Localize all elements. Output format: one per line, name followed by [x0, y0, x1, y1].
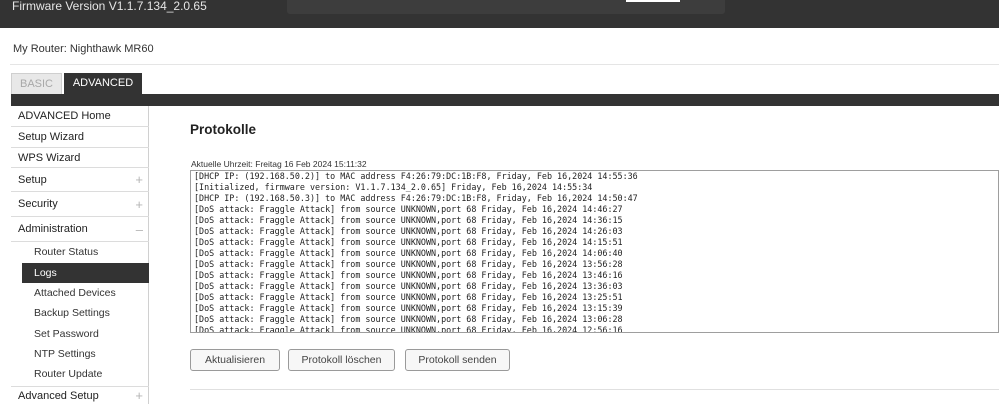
sidebar-subitem-ntp-settings[interactable]: NTP Settings — [22, 344, 149, 364]
sidebar-subitem-logs[interactable]: Logs — [22, 263, 149, 283]
log-line: [DoS attack: Fraggle Attack] from source… — [194, 215, 623, 225]
log-line: [DoS attack: Fraggle Attack] from source… — [194, 303, 623, 313]
sidebar-item-administration[interactable]: Administration – — [11, 217, 149, 242]
tab-basic[interactable]: BASIC — [11, 73, 62, 94]
tab-advanced[interactable]: ADVANCED — [64, 73, 142, 94]
top-overlay-panel — [287, 0, 725, 14]
sidebar-item-label: Setup Wizard — [18, 131, 85, 143]
log-line: [DoS attack: Fraggle Attack] from source… — [194, 281, 623, 291]
refresh-button[interactable]: Aktualisieren — [190, 349, 280, 371]
sidebar-subitem-label: Backup Settings — [34, 307, 110, 319]
sidebar-subitem-attached-devices[interactable]: Attached Devices — [22, 283, 149, 303]
sidebar-subitem-router-status[interactable]: Router Status — [22, 242, 149, 263]
tab-bar — [11, 94, 999, 106]
sidebar-subitem-label: NTP Settings — [34, 348, 96, 360]
expand-icon[interactable]: + — [135, 192, 143, 217]
top-overlay-button[interactable] — [626, 0, 680, 2]
divider — [190, 389, 999, 390]
sidebar-item-label: Administration — [18, 223, 88, 235]
divider — [10, 64, 999, 65]
sidebar-subitem-label: Attached Devices — [34, 287, 116, 299]
sidebar-item-setup[interactable]: Setup + — [11, 168, 149, 192]
sidebar: ADVANCED Home Setup Wizard WPS Wizard Se… — [11, 106, 149, 404]
collapse-icon[interactable]: – — [136, 217, 143, 242]
log-line: [DoS attack: Fraggle Attack] from source… — [194, 237, 623, 247]
log-line: [DHCP IP: (192.168.50.3)] to MAC address… — [194, 193, 638, 203]
sidebar-item-setup-wizard[interactable]: Setup Wizard — [11, 127, 149, 148]
sidebar-subitem-backup-settings[interactable]: Backup Settings — [22, 303, 149, 323]
sidebar-item-label: Advanced Setup — [18, 390, 99, 402]
log-line: [DoS attack: Fraggle Attack] from source… — [194, 204, 623, 214]
router-info: My Router: Nighthawk MR60 — [13, 43, 154, 55]
log-line: [DoS attack: Fraggle Attack] from source… — [194, 259, 623, 269]
log-textarea[interactable]: [DHCP IP: (192.168.50.2)] to MAC address… — [190, 170, 999, 333]
sidebar-subitem-router-update[interactable]: Router Update — [22, 364, 149, 385]
sidebar-subitem-label: Logs — [34, 267, 57, 279]
log-line: [DHCP IP: (192.168.50.2)] to MAC address… — [194, 171, 638, 181]
sidebar-item-label: Security — [18, 198, 58, 210]
current-time: Aktuelle Uhrzeit: Freitag 16 Feb 2024 15… — [191, 159, 367, 169]
sidebar-subitem-set-password[interactable]: Set Password — [22, 324, 149, 344]
expand-icon[interactable]: + — [135, 168, 143, 192]
sidebar-item-label: ADVANCED Home — [18, 110, 111, 122]
log-line: [DoS attack: Fraggle Attack] from source… — [194, 248, 623, 258]
log-line: [DoS attack: Fraggle Attack] from source… — [194, 270, 623, 280]
router-model: Nighthawk MR60 — [69, 43, 154, 55]
send-log-button[interactable]: Protokoll senden — [405, 349, 510, 371]
router-label: My Router: — [13, 43, 67, 55]
sidebar-item-wps-wizard[interactable]: WPS Wizard — [11, 148, 149, 168]
sidebar-subitem-label: Router Update — [34, 368, 103, 380]
sidebar-item-advanced-home[interactable]: ADVANCED Home — [11, 106, 149, 127]
sidebar-item-advanced-setup[interactable]: Advanced Setup + — [11, 386, 149, 404]
sidebar-item-label: WPS Wizard — [18, 152, 81, 164]
sidebar-item-label: Setup — [18, 174, 47, 186]
log-line: [DoS attack: Fraggle Attack] from source… — [194, 325, 623, 333]
clear-log-button[interactable]: Protokoll löschen — [288, 349, 395, 371]
log-line: [DoS attack: Fraggle Attack] from source… — [194, 314, 623, 324]
log-line: [DoS attack: Fraggle Attack] from source… — [194, 292, 623, 302]
log-line: [DoS attack: Fraggle Attack] from source… — [194, 226, 623, 236]
firmware-version: Firmware Version V1.1.7.134_2.0.65 — [12, 0, 207, 13]
sidebar-item-security[interactable]: Security + — [11, 192, 149, 217]
log-line: [Initialized, firmware version: V1.1.7.1… — [194, 182, 593, 192]
sidebar-subitem-label: Set Password — [34, 328, 99, 340]
sidebar-subitem-label: Router Status — [34, 246, 99, 258]
top-bar: Firmware Version V1.1.7.134_2.0.65 — [0, 0, 999, 28]
expand-icon[interactable]: + — [135, 387, 143, 404]
page-title: Protokolle — [190, 122, 257, 137]
